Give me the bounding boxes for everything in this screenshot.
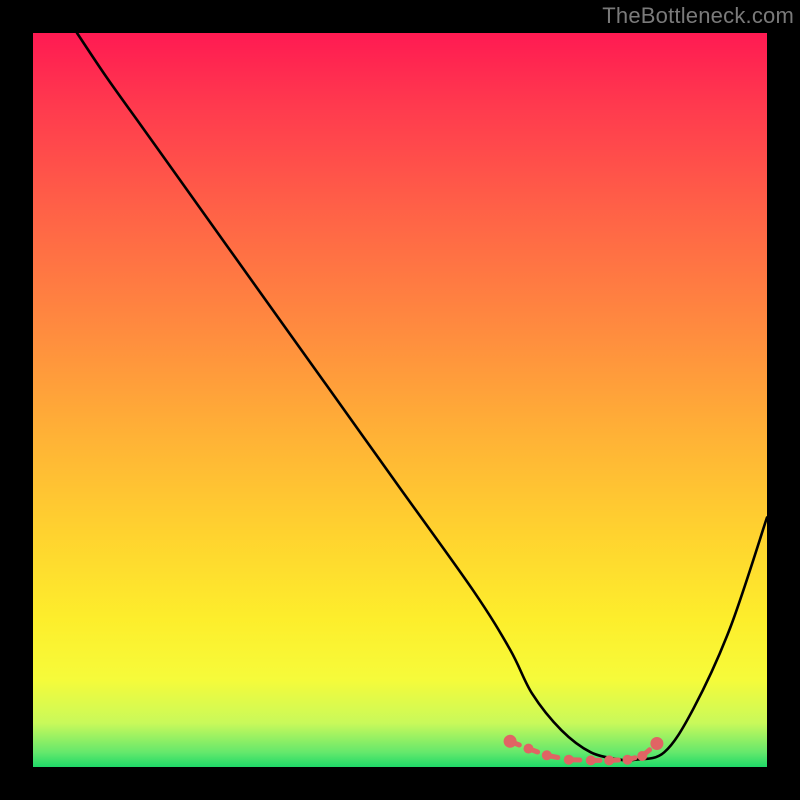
marker-dot bbox=[586, 755, 596, 765]
marker-dot bbox=[524, 744, 534, 754]
bottleneck-curve bbox=[77, 33, 767, 761]
optimal-range-markers bbox=[504, 735, 664, 766]
marker-dot bbox=[604, 755, 614, 765]
marker-dot bbox=[504, 735, 517, 748]
marker-dot bbox=[564, 755, 574, 765]
marker-dot bbox=[637, 751, 647, 761]
watermark-text: TheBottleneck.com bbox=[602, 3, 794, 29]
marker-dot bbox=[650, 737, 663, 750]
marker-dot bbox=[542, 750, 552, 760]
marker-dot bbox=[623, 755, 633, 765]
curve-group bbox=[77, 33, 767, 761]
plot-overlay bbox=[33, 33, 767, 767]
chart-container: TheBottleneck.com bbox=[0, 0, 800, 800]
